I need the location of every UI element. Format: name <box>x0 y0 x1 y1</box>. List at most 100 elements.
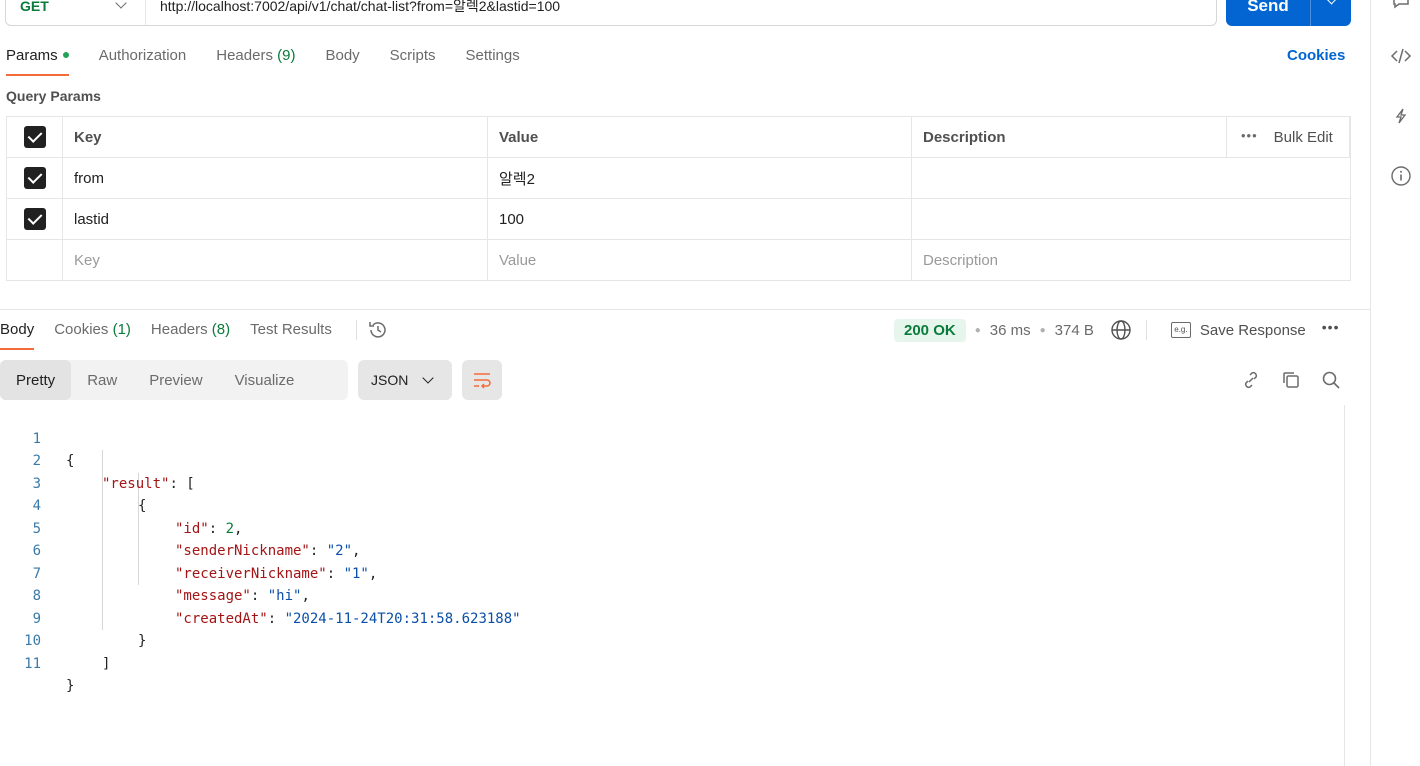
param-value[interactable]: 100 <box>488 199 912 239</box>
bullet-separator: ● <box>1039 324 1046 336</box>
method-label: GET <box>20 0 49 14</box>
query-params-table: Key Value Description ••• Bulk Edit from … <box>6 116 1351 281</box>
status-badge[interactable]: 200 OK <box>894 318 966 342</box>
tab-settings-label: Settings <box>465 47 520 64</box>
code-line: 1 { <box>0 405 1344 470</box>
request-tabs: Params Authorization Headers (9) Body Sc… <box>6 40 550 76</box>
wrap-icon <box>474 373 491 389</box>
chevron-down-icon <box>1326 0 1337 5</box>
wrap-lines-button[interactable] <box>462 360 502 400</box>
row-checkbox[interactable] <box>23 208 46 230</box>
param-description[interactable] <box>912 199 1350 239</box>
tab-scripts-label: Scripts <box>389 47 436 64</box>
table-header-row: Key Value Description ••• Bulk Edit <box>7 117 1350 158</box>
pane-divider[interactable] <box>0 309 1370 310</box>
bracket: ] <box>102 655 111 672</box>
bulk-edit-button[interactable]: ••• Bulk Edit <box>1226 117 1350 158</box>
new-description-input[interactable]: Description <box>912 240 1350 280</box>
key-header: Key <box>63 117 488 157</box>
tab-headers-label: Headers <box>216 47 273 64</box>
tab-body-label: Body <box>325 47 360 64</box>
bulk-edit-label: Bulk Edit <box>1273 129 1333 146</box>
tab-response-body[interactable]: Body <box>0 314 35 350</box>
response-headers-count: (8) <box>211 321 231 338</box>
example-icon: e.g. <box>1170 322 1191 338</box>
table-row-new: Key Value Description <box>7 240 1350 280</box>
param-key[interactable]: lastid <box>63 199 488 239</box>
code-line: 5 "senderNickname": "2", <box>0 495 1344 560</box>
format-label: JSON <box>371 372 409 388</box>
tab-response-headers[interactable]: Headers (8) <box>151 314 230 350</box>
code-line: 8 "createdAt": "2024-11-24T20:31:58.6231… <box>0 563 1344 627</box>
tab-test-results[interactable]: Test Results <box>250 314 332 350</box>
format-select[interactable]: JSON <box>358 360 452 400</box>
code-text: } <box>66 675 74 698</box>
view-visualize[interactable]: Visualize <box>219 360 311 400</box>
tab-settings[interactable]: Settings <box>466 40 520 76</box>
tab-params-label: Params <box>6 47 58 64</box>
globe-icon[interactable] <box>1110 319 1132 341</box>
url-input[interactable] <box>146 0 1216 25</box>
response-size[interactable]: 374 B <box>1055 322 1094 339</box>
save-response-label: Save Response <box>1199 321 1306 339</box>
tab-response-cookies-label: Cookies <box>54 321 109 338</box>
send-button-group: Send <box>1226 0 1351 26</box>
chevron-down-icon <box>422 372 434 384</box>
code-line: 9 } <box>0 585 1344 650</box>
right-sidebar <box>1370 0 1420 766</box>
chevron-down-icon <box>115 0 127 9</box>
headers-count: (9) <box>277 47 296 64</box>
code-line: 6 "receiverNickname": "1", <box>0 518 1344 582</box>
new-value-input[interactable]: Value <box>488 240 912 280</box>
new-key-input[interactable]: Key <box>63 240 488 280</box>
code-icon[interactable] <box>1390 45 1412 67</box>
tab-response-headers-label: Headers <box>150 321 208 338</box>
response-time[interactable]: 36 ms <box>990 322 1031 339</box>
code-line: 4 "id": 2, <box>0 473 1344 537</box>
more-options-icon[interactable]: ••• <box>1322 319 1340 335</box>
code-line: 2 "result": [ <box>0 428 1344 492</box>
send-button[interactable]: Send <box>1226 0 1310 26</box>
comments-icon[interactable] <box>1390 0 1412 12</box>
link-icon[interactable] <box>1240 369 1262 391</box>
code-line: 3 { <box>0 450 1344 515</box>
param-description[interactable] <box>912 158 1350 198</box>
cookies-link[interactable]: Cookies <box>1287 47 1345 64</box>
tab-authorization-label: Authorization <box>98 47 187 64</box>
tab-headers[interactable]: Headers (9) <box>216 40 295 76</box>
request-bar: GET <box>5 0 1217 26</box>
select-all-cell <box>7 117 63 157</box>
view-raw[interactable]: Raw <box>71 360 133 400</box>
cookies-count: (1) <box>112 321 131 338</box>
copy-icon[interactable] <box>1280 369 1302 391</box>
view-pretty[interactable]: Pretty <box>0 360 72 400</box>
response-meta: 200 OK ● 36 ms ● 374 B e.g. Save Respons… <box>894 316 1339 344</box>
divider <box>355 320 357 340</box>
row-checkbox[interactable] <box>23 167 46 189</box>
related-collections-icon[interactable] <box>1390 105 1412 127</box>
more-options-icon[interactable]: ••• <box>1241 128 1258 143</box>
tab-authorization[interactable]: Authorization <box>99 40 187 76</box>
send-label: Send <box>1247 0 1289 15</box>
select-all-checkbox[interactable] <box>23 126 46 148</box>
query-params-title: Query Params <box>6 88 101 104</box>
table-row: from 알렉2 <box>7 158 1350 199</box>
method-select[interactable]: GET <box>6 0 146 25</box>
view-preview[interactable]: Preview <box>133 360 218 400</box>
tab-scripts[interactable]: Scripts <box>390 40 436 76</box>
info-icon[interactable] <box>1390 165 1412 187</box>
code-text: ] <box>102 653 110 676</box>
param-value[interactable]: 알렉2 <box>488 158 912 198</box>
brace: } <box>66 678 75 694</box>
search-icon[interactable] <box>1320 369 1342 391</box>
tab-response-cookies[interactable]: Cookies (1) <box>54 314 131 350</box>
tab-response-body-label: Body <box>0 321 35 338</box>
value-header: Value <box>488 117 912 157</box>
tab-body[interactable]: Body <box>325 40 359 76</box>
history-icon[interactable] <box>367 319 389 341</box>
send-dropdown-button[interactable] <box>1310 0 1351 26</box>
response-body-viewer[interactable]: 1 { 2 "result": [ 3 { 4 "id": 2, 5 "send… <box>0 405 1345 766</box>
save-response-button[interactable]: e.g. Save Response <box>1170 321 1306 339</box>
tab-params[interactable]: Params <box>6 40 69 76</box>
param-key[interactable]: from <box>63 158 488 198</box>
